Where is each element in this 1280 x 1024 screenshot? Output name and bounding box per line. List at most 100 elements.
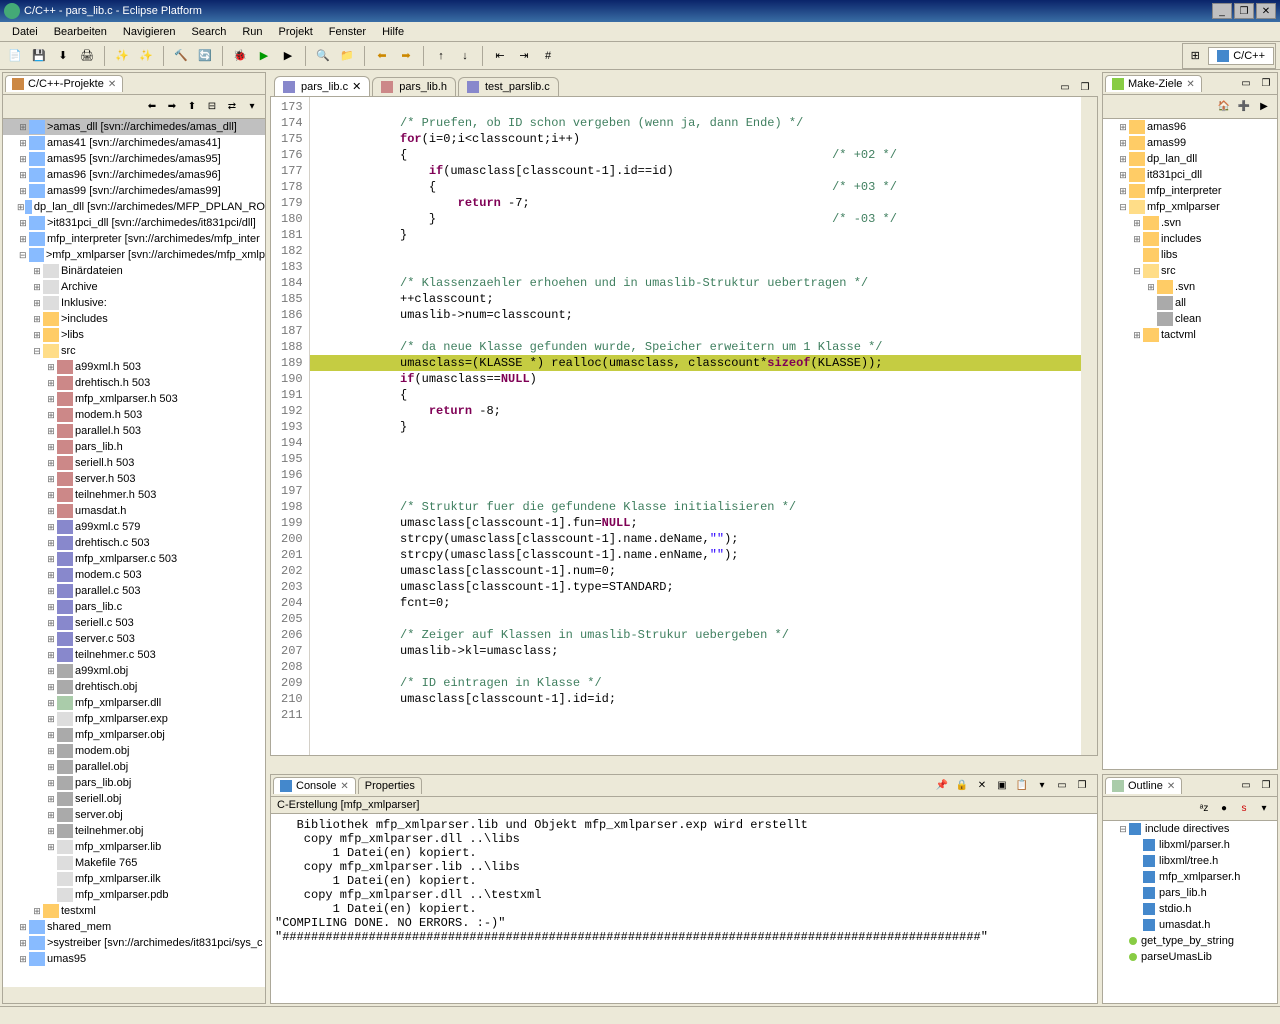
- tree-item[interactable]: ⊞umasdat.h: [3, 503, 265, 519]
- code-line-199[interactable]: umasclass[classcount-1].fun=NULL;: [310, 515, 1081, 531]
- expand-icon[interactable]: ⊞: [45, 778, 57, 789]
- tree-item[interactable]: ⊞dp_lan_dll [svn://archimedes/MFP_DPLAN_…: [3, 199, 265, 215]
- expand-icon[interactable]: ⊞: [17, 922, 29, 933]
- perspective-cpp[interactable]: C/C++: [1208, 47, 1274, 65]
- clear-console-icon[interactable]: ✕: [973, 777, 991, 795]
- code-line-202[interactable]: umasclass[classcount-1].num=0;: [310, 563, 1081, 579]
- code-line-180[interactable]: } /* -03 */: [310, 211, 1081, 227]
- code-line-179[interactable]: return -7;: [310, 195, 1081, 211]
- tree-item[interactable]: ⊞testxml: [3, 903, 265, 919]
- tree-item[interactable]: ⊞drehtisch.c 503: [3, 535, 265, 551]
- tree-item[interactable]: ⊟src: [1103, 263, 1277, 279]
- tree-item[interactable]: clean: [1103, 311, 1277, 327]
- expand-icon[interactable]: ⊞: [45, 490, 57, 501]
- code-line-209[interactable]: /* ID eintragen in Klasse */: [310, 675, 1081, 691]
- code-line-173[interactable]: [310, 99, 1081, 115]
- code-line-177[interactable]: if(umasclass[classcount-1].id==id): [310, 163, 1081, 179]
- new-button[interactable]: 📄: [4, 45, 26, 67]
- expand-icon[interactable]: ⊞: [17, 234, 29, 245]
- tree-item[interactable]: ⊞drehtisch.obj: [3, 679, 265, 695]
- expand-icon[interactable]: ⊞: [45, 682, 57, 693]
- close-icon[interactable]: ✕: [340, 781, 348, 792]
- tree-item[interactable]: ⊞seriell.h 503: [3, 455, 265, 471]
- create-button[interactable]: ✨: [111, 45, 133, 67]
- tree-item[interactable]: ⊞mfp_xmlparser.h 503: [3, 391, 265, 407]
- expand-icon[interactable]: ⊞: [45, 634, 57, 645]
- expand-icon[interactable]: ⊞: [45, 410, 57, 421]
- expand-icon[interactable]: ⊞: [45, 650, 57, 661]
- tree-item[interactable]: ⊞parallel.obj: [3, 759, 265, 775]
- expand-icon[interactable]: ⊞: [45, 538, 57, 549]
- tree-item[interactable]: ⊞umas95: [3, 951, 265, 967]
- expand-icon[interactable]: ⊟: [1117, 202, 1129, 213]
- code-line-188[interactable]: /* da neue Klasse gefunden wurde, Speich…: [310, 339, 1081, 355]
- tree-item[interactable]: ⊞mfp_xmlparser.c 503: [3, 551, 265, 567]
- close-icon[interactable]: ✕: [1167, 781, 1175, 792]
- code-line-204[interactable]: fcnt=0;: [310, 595, 1081, 611]
- console-menu-icon[interactable]: ▾: [1033, 777, 1051, 795]
- tree-item[interactable]: ⊞mfp_xmlparser.dll: [3, 695, 265, 711]
- create2-button[interactable]: ✨: [135, 45, 157, 67]
- menu-navigieren[interactable]: Navigieren: [115, 24, 184, 40]
- tree-item[interactable]: ⊞shared_mem: [3, 919, 265, 935]
- expand-icon[interactable]: ⊞: [45, 362, 57, 373]
- expand-icon[interactable]: ⊞: [45, 666, 57, 677]
- editor-tab-pars_lib.c[interactable]: pars_lib.c✕: [274, 76, 370, 96]
- tree-item[interactable]: ⊞dp_lan_dll: [1103, 151, 1277, 167]
- shift-right-button[interactable]: ⇥: [513, 45, 535, 67]
- expand-icon[interactable]: ⊞: [17, 170, 29, 181]
- tree-item[interactable]: ⊞teilnehmer.obj: [3, 823, 265, 839]
- editor-tab-pars_lib.h[interactable]: pars_lib.h: [372, 77, 456, 96]
- code-line-201[interactable]: strcpy(umasclass[classcount-1].name.enNa…: [310, 547, 1081, 563]
- expand-icon[interactable]: ⊞: [1117, 122, 1129, 133]
- code-line-200[interactable]: strcpy(umasclass[classcount-1].name.deNa…: [310, 531, 1081, 547]
- code-line-207[interactable]: umaslib->kl=umasclass;: [310, 643, 1081, 659]
- expand-icon[interactable]: ⊞: [31, 330, 43, 341]
- tree-item[interactable]: mfp_xmlparser.pdb: [3, 887, 265, 903]
- nav-fwd-icon[interactable]: ➡: [163, 98, 181, 116]
- tree-item[interactable]: libxml/parser.h: [1103, 837, 1277, 853]
- console-output[interactable]: Bibliothek mfp_xmlparser.lib und Objekt …: [271, 814, 1097, 1003]
- view-menu-icon[interactable]: ▾: [243, 98, 261, 116]
- search-button[interactable]: 🔍: [312, 45, 334, 67]
- tree-item[interactable]: ⊞>libs: [3, 327, 265, 343]
- menu-projekt[interactable]: Projekt: [271, 24, 321, 40]
- projects-tab[interactable]: C/C++-Projekte ✕: [5, 75, 123, 92]
- tree-item[interactable]: ⊞includes: [1103, 231, 1277, 247]
- min-icon[interactable]: ▭: [1237, 777, 1255, 795]
- expand-icon[interactable]: ⊞: [45, 442, 57, 453]
- tree-item[interactable]: ⊞Inklusive:: [3, 295, 265, 311]
- outline-tab[interactable]: Outline ✕: [1105, 777, 1182, 794]
- tree-item[interactable]: ⊞pars_lib.c: [3, 599, 265, 615]
- add-target-icon[interactable]: ➕: [1235, 98, 1253, 116]
- nav-back-icon[interactable]: ⬅: [143, 98, 161, 116]
- save-button[interactable]: 💾: [28, 45, 50, 67]
- expand-icon[interactable]: ⊞: [17, 154, 29, 165]
- expand-icon[interactable]: ⊞: [1131, 218, 1143, 229]
- collapse-all-icon[interactable]: ⊟: [203, 98, 221, 116]
- tree-item[interactable]: ⊞mfp_xmlparser.obj: [3, 727, 265, 743]
- tree-item[interactable]: ⊞modem.obj: [3, 743, 265, 759]
- expand-icon[interactable]: ⊞: [45, 554, 57, 565]
- tree-item[interactable]: ⊞a99xml.h 503: [3, 359, 265, 375]
- tree-item[interactable]: ⊞amas41 [svn://archimedes/amas41]: [3, 135, 265, 151]
- code-line-208[interactable]: [310, 659, 1081, 675]
- hide-fields-icon[interactable]: ●: [1215, 800, 1233, 818]
- prev-annotation-button[interactable]: ↑: [430, 45, 452, 67]
- tree-item[interactable]: ⊞server.h 503: [3, 471, 265, 487]
- tree-item[interactable]: get_type_by_string: [1103, 933, 1277, 949]
- menu-hilfe[interactable]: Hilfe: [374, 24, 412, 40]
- tree-item[interactable]: ⊞pars_lib.h: [3, 439, 265, 455]
- code-line-178[interactable]: { /* +03 */: [310, 179, 1081, 195]
- tree-item[interactable]: ⊞Archive: [3, 279, 265, 295]
- tree-item[interactable]: ⊟>mfp_xmlparser [svn://archimedes/mfp_xm…: [3, 247, 265, 263]
- code-line-190[interactable]: if(umasclass==NULL): [310, 371, 1081, 387]
- max-icon[interactable]: ❐: [1257, 75, 1275, 93]
- tree-item[interactable]: ⊟include directives: [1103, 821, 1277, 837]
- expand-icon[interactable]: ⊞: [45, 842, 57, 853]
- maximize-editor-icon[interactable]: ❐: [1076, 78, 1094, 96]
- expand-icon[interactable]: ⊞: [17, 938, 29, 949]
- make-targets-tab[interactable]: Make-Ziele ✕: [1105, 75, 1202, 92]
- expand-icon[interactable]: ⊞: [45, 810, 57, 821]
- up-icon[interactable]: ⬆: [183, 98, 201, 116]
